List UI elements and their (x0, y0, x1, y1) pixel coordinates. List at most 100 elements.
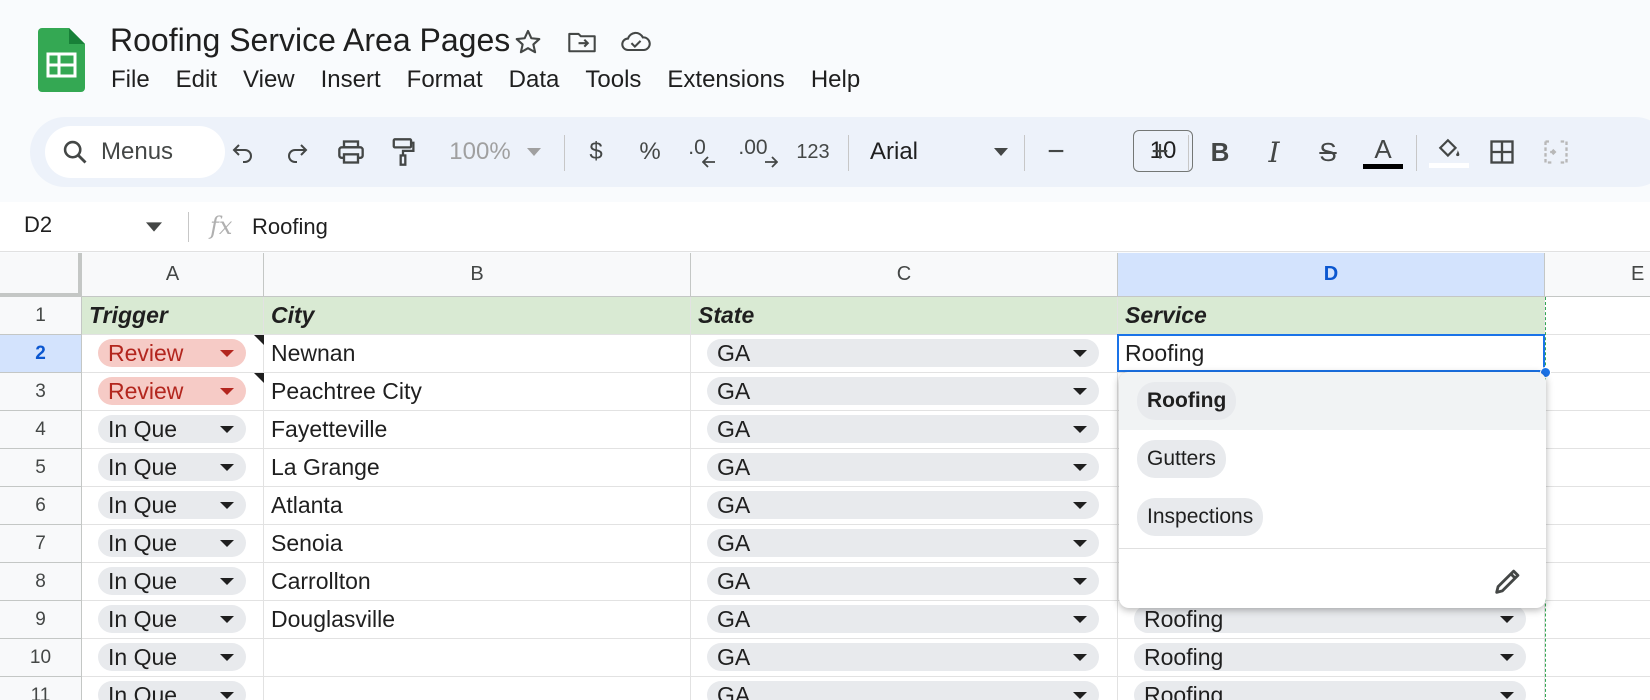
trigger-dropdown-chip[interactable]: In Que (98, 491, 246, 519)
font-select[interactable]: Arial (864, 129, 1014, 175)
text-color-button[interactable]: A (1362, 129, 1404, 175)
row-header[interactable]: 5 (0, 449, 82, 487)
trigger-dropdown-chip[interactable]: In Que (98, 415, 246, 443)
service-dropdown-chip[interactable]: Roofing (1134, 643, 1526, 671)
menu-extensions[interactable]: Extensions (654, 62, 797, 98)
menu-view[interactable]: View (230, 62, 308, 98)
menu-data[interactable]: Data (496, 62, 573, 98)
chevron-down-icon[interactable] (146, 222, 162, 232)
state-dropdown-chip[interactable]: GA (707, 453, 1099, 481)
header-cell-city[interactable]: City (264, 297, 691, 335)
select-all-corner[interactable] (0, 253, 82, 297)
row-header[interactable]: 9 (0, 601, 82, 639)
state-dropdown-chip[interactable]: GA (707, 567, 1099, 595)
state-dropdown-chip[interactable]: GA (707, 643, 1099, 671)
menu-help[interactable]: Help (798, 62, 873, 98)
cell-trigger[interactable]: In Que (82, 487, 264, 525)
dropdown-option-inspections[interactable]: Inspections (1119, 488, 1546, 546)
menu-tools[interactable]: Tools (572, 62, 654, 98)
cell-state[interactable]: GA (691, 525, 1118, 563)
number-format-button[interactable]: 123 (790, 129, 836, 175)
service-dropdown-chip[interactable]: Roofing (1134, 681, 1526, 700)
row-header[interactable]: 8 (0, 563, 82, 601)
cell-city[interactable] (264, 639, 691, 677)
cell-trigger[interactable]: Review (82, 373, 264, 411)
dropdown-option-gutters[interactable]: Gutters (1119, 430, 1546, 488)
cell-e[interactable] (1545, 411, 1650, 449)
cell-e[interactable] (1545, 449, 1650, 487)
cell-state[interactable]: GA (691, 639, 1118, 677)
merge-cells-icon[interactable] (1538, 129, 1574, 175)
edit-pencil-icon[interactable] (1491, 564, 1525, 598)
state-dropdown-chip[interactable]: GA (707, 415, 1099, 443)
cell-e[interactable] (1545, 601, 1650, 639)
header-cell-state[interactable]: State (691, 297, 1118, 335)
state-dropdown-chip[interactable]: GA (707, 339, 1099, 367)
column-header-b[interactable]: B (264, 253, 691, 297)
cell-e[interactable] (1545, 525, 1650, 563)
bold-button[interactable]: B (1202, 129, 1238, 175)
state-dropdown-chip[interactable]: GA (707, 681, 1099, 700)
zoom-select[interactable]: 100% (440, 129, 550, 175)
row-header[interactable]: 10 (0, 639, 82, 677)
trigger-dropdown-chip[interactable]: In Que (98, 529, 246, 557)
cell-state[interactable]: GA (691, 411, 1118, 449)
header-cell-service[interactable]: Service (1118, 297, 1545, 335)
decrease-decimal-button[interactable]: .0 (684, 129, 724, 175)
cell-city[interactable]: Fayetteville (264, 411, 691, 449)
menu-format[interactable]: Format (394, 62, 496, 98)
cell-service[interactable]: Roofing (1118, 639, 1545, 677)
cloud-saved-icon[interactable] (620, 26, 652, 58)
cell-state[interactable]: GA (691, 677, 1118, 700)
cell-city[interactable]: Peachtree City (264, 373, 691, 411)
trigger-dropdown-chip[interactable]: In Que (98, 643, 246, 671)
state-dropdown-chip[interactable]: GA (707, 377, 1099, 405)
cell-city[interactable]: Newnan (264, 335, 691, 373)
cell-state[interactable]: GA (691, 335, 1118, 373)
trigger-dropdown-chip[interactable]: In Que (98, 567, 246, 595)
cell-city[interactable]: La Grange (264, 449, 691, 487)
print-icon[interactable] (332, 129, 370, 175)
cell-e[interactable] (1545, 677, 1650, 700)
percent-format-button[interactable]: % (632, 129, 668, 175)
name-box[interactable]: D2 (24, 212, 52, 238)
cell-e[interactable] (1545, 335, 1650, 373)
trigger-dropdown-chip[interactable]: In Que (98, 605, 246, 633)
star-icon[interactable] (512, 26, 544, 58)
row-header[interactable]: 4 (0, 411, 82, 449)
state-dropdown-chip[interactable]: GA (707, 529, 1099, 557)
formula-input[interactable]: Roofing (252, 214, 328, 240)
cell-e[interactable] (1545, 639, 1650, 677)
cell-trigger[interactable]: In Que (82, 563, 264, 601)
cell-city[interactable]: Atlanta (264, 487, 691, 525)
trigger-dropdown-chip[interactable]: Review (98, 377, 246, 405)
fill-color-button[interactable] (1428, 129, 1470, 175)
cell-city[interactable]: Senoia (264, 525, 691, 563)
column-header-e[interactable]: E (1545, 253, 1650, 297)
decrease-font-size-button[interactable]: − (1038, 129, 1074, 175)
cell-state[interactable]: GA (691, 449, 1118, 487)
cell-state[interactable]: GA (691, 487, 1118, 525)
state-dropdown-chip[interactable]: GA (707, 491, 1099, 519)
borders-icon[interactable] (1484, 129, 1520, 175)
italic-button[interactable]: I (1256, 129, 1292, 175)
document-title[interactable]: Roofing Service Area Pages (110, 22, 510, 59)
cell-city[interactable]: Douglasville (264, 601, 691, 639)
undo-icon[interactable] (226, 129, 260, 175)
menu-edit[interactable]: Edit (163, 62, 230, 98)
cell-trigger[interactable]: In Que (82, 677, 264, 700)
menu-file[interactable]: File (98, 62, 163, 98)
cell-trigger[interactable]: In Que (82, 525, 264, 563)
cell-state[interactable]: GA (691, 601, 1118, 639)
cell-trigger[interactable]: Review (82, 335, 264, 373)
trigger-dropdown-chip[interactable]: In Que (98, 453, 246, 481)
increase-font-size-button[interactable]: + (1142, 129, 1178, 175)
cell-state[interactable]: GA (691, 563, 1118, 601)
cell-city[interactable] (264, 677, 691, 700)
service-dropdown-chip[interactable]: Roofing (1134, 605, 1526, 633)
row-header[interactable]: 7 (0, 525, 82, 563)
row-header[interactable]: 6 (0, 487, 82, 525)
increase-decimal-button[interactable]: .00 (737, 129, 783, 175)
dropdown-option-roofing[interactable]: Roofing (1119, 372, 1546, 430)
cell-e[interactable] (1545, 373, 1650, 411)
